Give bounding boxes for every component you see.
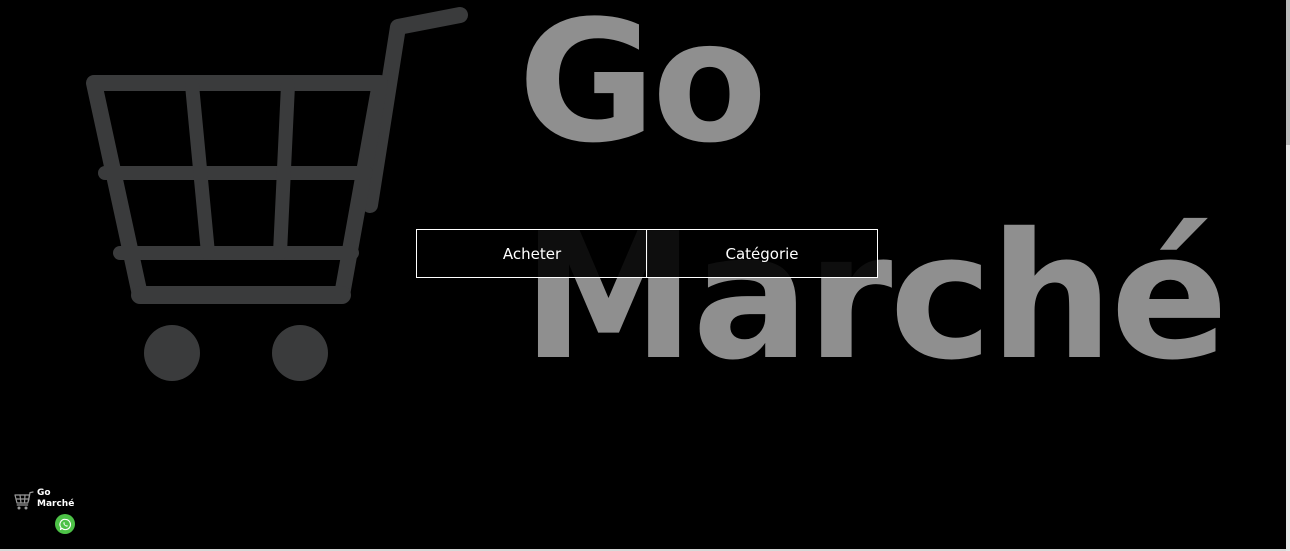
footer-logo-text: Go Marché (37, 488, 74, 510)
footer-logo[interactable]: Go Marché (14, 488, 74, 512)
whatsapp-button[interactable] (55, 514, 75, 534)
buy-button[interactable]: Acheter (416, 229, 648, 278)
category-button[interactable]: Catégorie (646, 229, 878, 278)
hero-banner: Go Marché Acheter Catégorie Go Marché (0, 0, 1286, 549)
footer-logo-line1: Go (37, 488, 51, 498)
hero-title-line1: Go (518, 0, 767, 180)
whatsapp-icon (58, 518, 71, 530)
footer-logo-line2: Marché (37, 499, 75, 509)
hero-title-line2: Marché (522, 196, 1228, 399)
shopping-cart-icon (14, 491, 34, 510)
scrollbar-thumb[interactable] (1286, 0, 1290, 145)
shopping-cart-icon (86, 7, 468, 381)
vertical-scrollbar[interactable] (1286, 0, 1290, 551)
